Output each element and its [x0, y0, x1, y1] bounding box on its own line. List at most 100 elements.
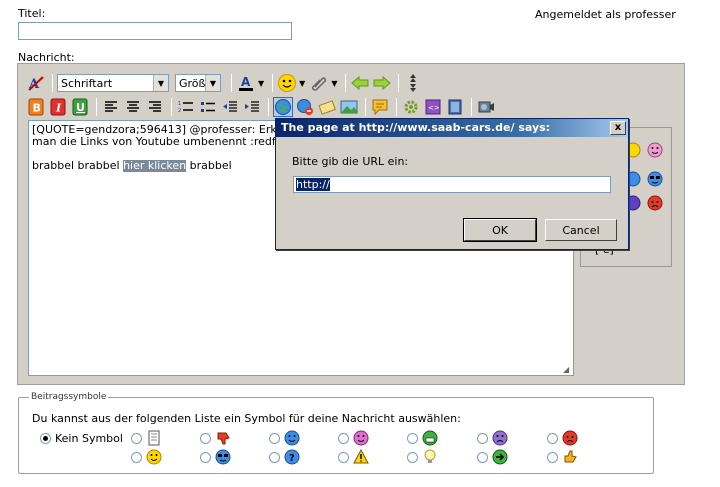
thumbs-up-icon — [564, 450, 577, 463]
svg-text:?: ? — [289, 453, 295, 464]
align-left-icon[interactable] — [101, 97, 121, 117]
toolbar-row-2: B I U 12 <> — [26, 95, 498, 119]
arrow-right-icon — [492, 449, 508, 465]
post-icon-option[interactable] — [200, 449, 231, 465]
remove-link-icon[interactable] — [295, 97, 315, 117]
toolbar-separator — [272, 74, 274, 92]
svg-text:B: B — [33, 102, 41, 115]
radio-button[interactable] — [407, 432, 418, 444]
chevron-down-icon: ▼ — [153, 75, 168, 91]
editor-text-after: brabbel — [186, 160, 232, 172]
radio-button[interactable] — [269, 451, 280, 463]
underline-icon[interactable]: U — [70, 97, 90, 117]
chevron-down-icon[interactable]: ▼ — [331, 79, 337, 88]
post-icon-option-none[interactable]: Kein Symbol — [40, 432, 123, 445]
font-dropdown[interactable]: Schriftart ▼ — [57, 74, 169, 92]
radio-button[interactable] — [131, 451, 142, 463]
remove-format-icon[interactable]: A — [26, 73, 46, 93]
insert-link-icon[interactable] — [273, 97, 293, 117]
align-center-icon[interactable] — [123, 97, 143, 117]
post-icon-option[interactable] — [477, 430, 508, 446]
radio-button[interactable] — [547, 451, 558, 463]
redo-icon[interactable] — [372, 73, 392, 93]
radio-button[interactable] — [200, 451, 211, 463]
bold-icon[interactable]: B — [26, 97, 46, 117]
italic-icon[interactable]: I — [48, 97, 68, 117]
radio-button[interactable] — [269, 432, 280, 444]
chevron-down-icon[interactable]: ▼ — [299, 79, 305, 88]
dialog-prompt-text: Bitte gib die URL ein: — [292, 155, 409, 168]
post-icon-option[interactable] — [338, 449, 369, 465]
post-icons-description: Du kannst aus der folgenden Liste ein Sy… — [32, 412, 461, 425]
dialog-titlebar[interactable]: The page at http://www.saab-cars.de/ say… — [276, 119, 628, 137]
svg-text:U: U — [76, 101, 85, 114]
radio-button[interactable] — [477, 432, 488, 444]
post-icon-option[interactable] — [269, 430, 300, 446]
outdent-icon[interactable] — [220, 97, 240, 117]
attachment-icon[interactable] — [309, 73, 329, 93]
question-icon: ? — [284, 449, 300, 465]
warning-icon — [353, 449, 369, 464]
post-icon-option[interactable] — [200, 430, 231, 446]
smile-icon — [146, 449, 162, 465]
post-icon-option[interactable] — [338, 430, 369, 446]
video-icon[interactable] — [476, 97, 496, 117]
resize-grip-icon[interactable]: ◢ — [563, 365, 573, 375]
align-right-icon[interactable] — [145, 97, 165, 117]
radio-button[interactable] — [547, 432, 558, 444]
editor-selected-text: hier klicken — [123, 160, 187, 172]
angry-icon — [562, 430, 578, 446]
email-link-icon[interactable] — [317, 97, 337, 117]
toolbar-separator — [345, 74, 347, 92]
size-dropdown[interactable]: Größe ▼ — [175, 74, 221, 92]
cool-smiley-icon[interactable] — [647, 171, 663, 187]
undo-icon[interactable] — [350, 73, 370, 93]
svg-text:I: I — [55, 102, 62, 115]
close-button[interactable]: x — [610, 121, 626, 135]
radio-button[interactable] — [338, 432, 349, 444]
grin-icon — [422, 430, 438, 446]
post-icon-option[interactable] — [477, 449, 508, 465]
post-icon-option[interactable] — [547, 449, 578, 465]
html-code-icon[interactable]: <> — [423, 97, 443, 117]
font-color-icon[interactable]: A — [236, 73, 256, 93]
dialog-title: The page at http://www.saab-cars.de/ say… — [281, 121, 551, 134]
ordered-list-icon[interactable]: 12 — [176, 97, 196, 117]
php-code-icon[interactable] — [445, 97, 465, 117]
code-gear-icon[interactable] — [401, 97, 421, 117]
post-icon-option[interactable] — [547, 430, 578, 446]
radio-button[interactable] — [40, 433, 51, 444]
radio-button[interactable] — [200, 432, 211, 444]
title-input[interactable] — [18, 22, 292, 40]
quote-icon[interactable] — [370, 97, 390, 117]
smiley-icon[interactable] — [277, 73, 297, 93]
angry-smiley-icon[interactable] — [647, 195, 663, 211]
cancel-button[interactable]: Cancel — [545, 219, 617, 241]
toolbar-separator — [171, 98, 172, 116]
toolbar-separator — [365, 98, 366, 116]
radio-button[interactable] — [407, 451, 418, 463]
toolbar-separator — [52, 74, 53, 92]
indent-icon[interactable] — [242, 97, 262, 117]
chevron-down-icon[interactable]: ▼ — [258, 79, 264, 88]
document-icon — [148, 430, 160, 446]
post-icon-option[interactable] — [131, 430, 162, 446]
thumbs-down-icon — [217, 432, 230, 445]
tongue-smiley-icon[interactable] — [647, 142, 663, 158]
url-input-value: http:// — [296, 178, 330, 191]
resize-toggle-icon[interactable] — [403, 73, 423, 93]
post-icon-option[interactable] — [407, 430, 438, 446]
url-input[interactable]: http:// — [293, 176, 611, 193]
post-icon-option[interactable] — [131, 449, 162, 465]
post-icon-option[interactable] — [407, 449, 438, 465]
post-icon-option[interactable]: ? — [269, 449, 300, 465]
radio-button[interactable] — [338, 451, 349, 463]
unordered-list-icon[interactable] — [198, 97, 218, 117]
url-prompt-dialog: The page at http://www.saab-cars.de/ say… — [275, 118, 629, 250]
radio-button[interactable] — [477, 451, 488, 463]
radio-button[interactable] — [131, 432, 142, 444]
ok-button[interactable]: OK — [463, 218, 537, 242]
chevron-down-icon: ▼ — [205, 75, 220, 91]
blue-smile-icon — [284, 430, 300, 446]
insert-image-icon[interactable] — [339, 97, 359, 117]
